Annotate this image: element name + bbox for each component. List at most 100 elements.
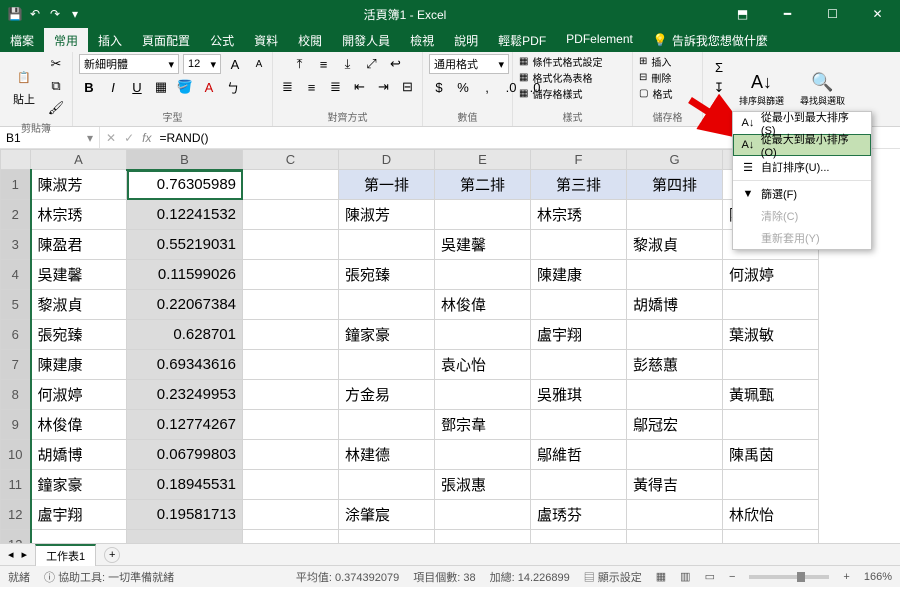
redo-icon[interactable]: ↷ [48, 7, 62, 21]
cell[interactable]: 0.22067384 [127, 290, 243, 320]
row-header-6[interactable]: 6 [1, 320, 31, 350]
cell[interactable]: 黃珮甄 [723, 380, 819, 410]
cell[interactable]: 林欣怡 [723, 500, 819, 530]
cell[interactable] [243, 380, 339, 410]
format-painter-icon[interactable]: 🖌 [46, 98, 66, 118]
cell[interactable]: 何淑婷 [31, 380, 127, 410]
wrap-text-icon[interactable]: ↩ [386, 54, 406, 74]
cell[interactable]: 張宛臻 [339, 260, 435, 290]
cell[interactable]: 張宛臻 [31, 320, 127, 350]
cell[interactable]: 林俊偉 [435, 290, 531, 320]
tab-pdf2[interactable]: PDFelement [556, 28, 643, 52]
cell[interactable]: 盧琇芬 [531, 500, 627, 530]
select-all-corner[interactable] [1, 150, 31, 170]
cell[interactable] [243, 260, 339, 290]
row-header-13[interactable]: 13 [1, 530, 31, 544]
format-as-table-button[interactable]: ▦格式化為表格 [519, 70, 592, 85]
cell[interactable] [31, 530, 127, 544]
find-select-button[interactable]: 🔍 尋找與選取 [794, 69, 851, 108]
cell[interactable]: 鄔維哲 [531, 440, 627, 470]
row-header-1[interactable]: 1 [1, 170, 31, 200]
cell[interactable]: 0.11599026 [127, 260, 243, 290]
tab-data[interactable]: 資料 [244, 28, 288, 52]
delete-cells-button[interactable]: ⊟刪除 [639, 70, 671, 85]
cell[interactable] [243, 440, 339, 470]
view-normal-icon[interactable]: ▦ [656, 570, 666, 583]
cell[interactable] [127, 530, 243, 544]
row-header-4[interactable]: 4 [1, 260, 31, 290]
qat-dropdown-icon[interactable]: ▾ [68, 7, 82, 21]
cell[interactable]: 胡嬌博 [31, 440, 127, 470]
align-middle-icon[interactable]: ≡ [314, 54, 334, 74]
cell[interactable] [531, 230, 627, 260]
display-settings[interactable]: ▤ 顯示設定 [584, 569, 642, 585]
tell-me[interactable]: 💡 告訴我您想做什麼 [643, 28, 778, 52]
cell[interactable] [627, 380, 723, 410]
cell[interactable]: 0.19581713 [127, 500, 243, 530]
cell[interactable] [243, 500, 339, 530]
align-right-icon[interactable]: ≣ [326, 77, 346, 97]
undo-icon[interactable]: ↶ [28, 7, 42, 21]
cell[interactable] [339, 530, 435, 544]
cell[interactable]: 彭慈蕙 [627, 350, 723, 380]
shrink-font-icon[interactable]: A [249, 54, 269, 74]
cell[interactable] [243, 230, 339, 260]
cell[interactable]: 黎淑貞 [627, 230, 723, 260]
cell[interactable]: 方金易 [339, 380, 435, 410]
comma-icon[interactable]: , [477, 77, 497, 97]
grow-font-icon[interactable]: A [225, 54, 245, 74]
cell[interactable]: 第二排 [435, 170, 531, 200]
cell[interactable] [723, 410, 819, 440]
sheet-tab[interactable]: 工作表1 [35, 544, 96, 566]
border-icon[interactable]: ▦ [151, 77, 171, 97]
cell-styles-button[interactable]: ▦儲存格樣式 [519, 86, 582, 101]
cell[interactable] [627, 500, 723, 530]
cell[interactable] [435, 500, 531, 530]
zoom-out-button[interactable]: − [729, 571, 735, 583]
cell[interactable]: 吳建馨 [31, 260, 127, 290]
cell[interactable]: 胡嬌博 [627, 290, 723, 320]
cell[interactable]: 袁心怡 [435, 350, 531, 380]
cell[interactable] [531, 530, 627, 544]
font-name-select[interactable]: 新細明體▾ [79, 54, 179, 74]
cell[interactable] [531, 290, 627, 320]
cell[interactable]: 0.18945531 [127, 470, 243, 500]
cell[interactable] [435, 530, 531, 544]
paste-button[interactable]: 📋 貼上 [6, 63, 42, 109]
enter-icon[interactable]: ✓ [124, 131, 134, 145]
indent-dec-icon[interactable]: ⇤ [350, 77, 370, 97]
currency-icon[interactable]: $ [429, 77, 449, 97]
font-color-icon[interactable]: A [199, 77, 219, 97]
cell[interactable]: 0.55219031 [127, 230, 243, 260]
tab-pdf1[interactable]: 輕鬆PDF [488, 28, 556, 52]
cell[interactable]: 鄔冠宏 [627, 410, 723, 440]
indent-inc-icon[interactable]: ⇥ [374, 77, 394, 97]
save-icon[interactable]: 💾 [8, 7, 22, 21]
view-layout-icon[interactable]: ▥ [680, 570, 690, 583]
cell[interactable]: 陳淑芳 [339, 200, 435, 230]
col-header-C[interactable]: C [243, 150, 339, 170]
ribbon-options-icon[interactable]: ⬒ [720, 0, 765, 28]
percent-icon[interactable]: % [453, 77, 473, 97]
cell[interactable]: 0.12774267 [127, 410, 243, 440]
cell[interactable] [435, 380, 531, 410]
underline-button[interactable]: U [127, 77, 147, 97]
zoom-in-button[interactable]: + [843, 571, 849, 583]
phonetic-icon[interactable]: ㄅ [223, 77, 243, 97]
cell[interactable] [339, 230, 435, 260]
cut-icon[interactable]: ✂ [46, 54, 66, 74]
cell[interactable]: 陳建康 [31, 350, 127, 380]
fill-color-icon[interactable]: 🪣 [175, 77, 195, 97]
cell[interactable]: 林宗琇 [31, 200, 127, 230]
cell[interactable]: 第三排 [531, 170, 627, 200]
sort-filter-button[interactable]: A↓ 排序與篩選 [733, 69, 790, 108]
cell[interactable]: 盧宇翔 [531, 320, 627, 350]
cell[interactable] [723, 290, 819, 320]
cell[interactable] [627, 440, 723, 470]
fx-icon[interactable]: fx [142, 131, 151, 145]
cell[interactable]: 何淑婷 [723, 260, 819, 290]
cell[interactable] [531, 410, 627, 440]
cell[interactable] [627, 320, 723, 350]
cell[interactable] [243, 470, 339, 500]
zoom-slider[interactable] [749, 575, 829, 579]
